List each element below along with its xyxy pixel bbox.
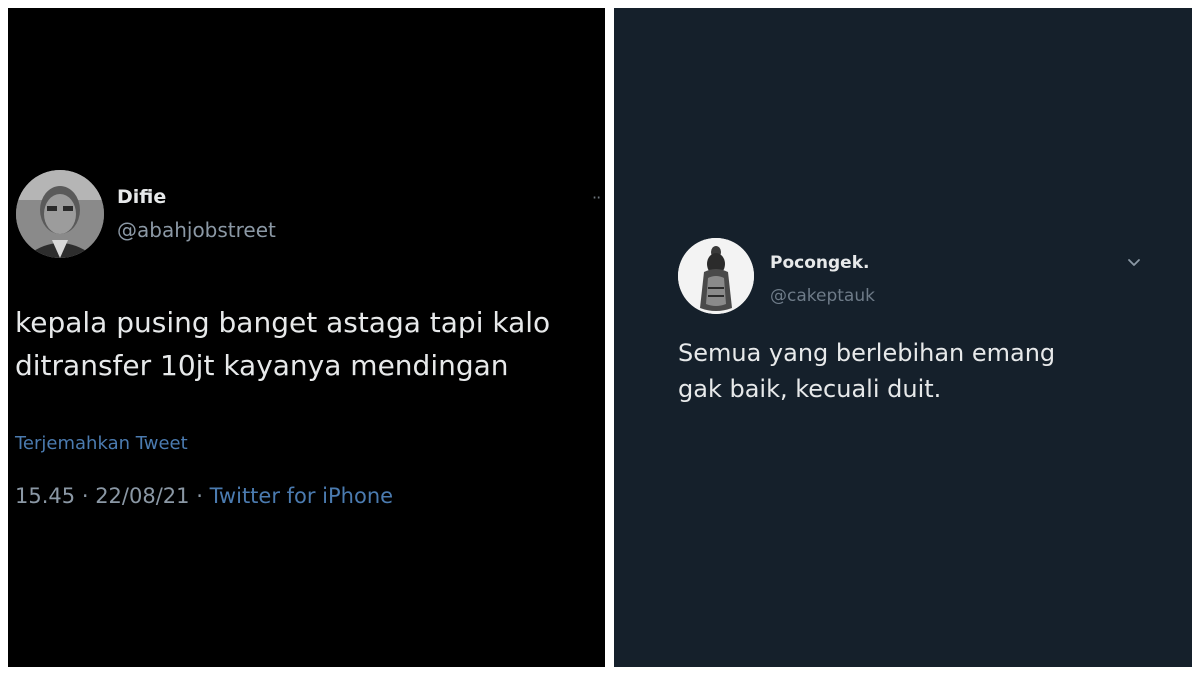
display-name[interactable]: Difie bbox=[117, 186, 166, 208]
tweet-source-link[interactable]: Twitter for iPhone bbox=[210, 484, 394, 508]
tweet-meta: 15.45 · 22/08/21 · Twitter for iPhone bbox=[15, 484, 393, 508]
tweet-text-line: gak baik, kecuali duit. bbox=[678, 375, 942, 403]
more-icon[interactable]: ·· bbox=[592, 188, 601, 207]
avatar[interactable] bbox=[16, 170, 104, 258]
username[interactable]: @abahjobstreet bbox=[117, 218, 276, 242]
tweet-text-line: Semua yang berlebihan emang bbox=[678, 339, 1056, 367]
user-avatar-icon bbox=[16, 170, 104, 258]
username[interactable]: @cakeptauk bbox=[770, 286, 875, 306]
tweet-text: kepala pusing banget astaga tapi kalo di… bbox=[15, 301, 605, 387]
left-tweet-panel: Difie @abahjobstreet ·· kepala pusing ba… bbox=[8, 8, 605, 667]
tweet-text-line: kepala pusing banget astaga tapi kalo bbox=[15, 306, 551, 339]
chevron-down-icon[interactable] bbox=[1124, 252, 1144, 272]
right-tweet-panel: Pocongek. @cakeptauk Semua yang berlebih… bbox=[614, 8, 1192, 667]
translate-tweet-link[interactable]: Terjemahkan Tweet bbox=[15, 433, 188, 454]
avatar[interactable] bbox=[678, 238, 754, 314]
meta-separator: · bbox=[196, 484, 203, 508]
tweet-time[interactable]: 15.45 bbox=[15, 484, 75, 508]
meta-separator: · bbox=[81, 484, 89, 508]
display-name[interactable]: Pocongek. bbox=[770, 253, 869, 273]
tweet-text: Semua yang berlebihan emang gak baik, ke… bbox=[678, 335, 1158, 407]
tweet-text-line: ditransfer 10jt kayanya mendingan bbox=[15, 349, 509, 382]
tweet-date[interactable]: 22/08/21 bbox=[95, 484, 189, 508]
user-avatar-icon bbox=[678, 238, 754, 314]
